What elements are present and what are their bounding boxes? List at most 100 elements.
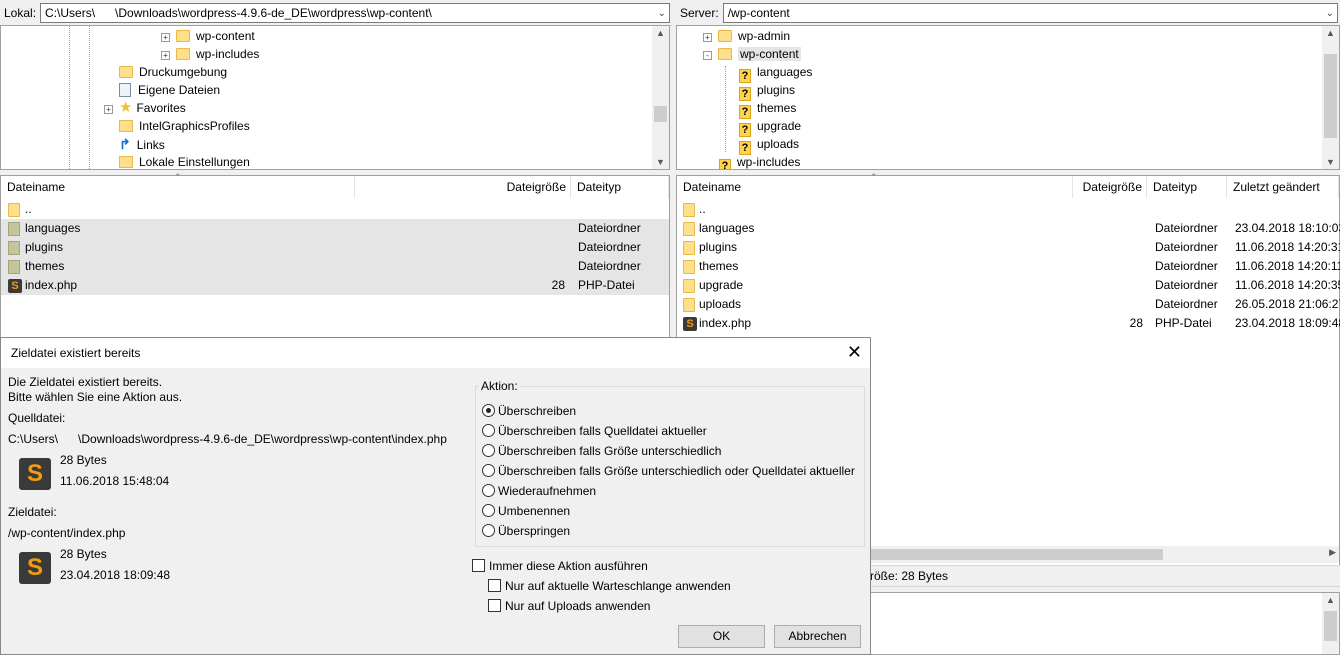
star-icon: ★ xyxy=(119,99,133,116)
radio-button[interactable] xyxy=(482,424,495,437)
checkbox-box[interactable] xyxy=(488,579,501,592)
folder-icon xyxy=(683,222,695,236)
tree-item[interactable]: ? upgrade xyxy=(739,117,801,137)
horizontal-scrollbar[interactable]: ▶ xyxy=(871,546,1339,563)
expand-icon[interactable]: - xyxy=(703,51,712,60)
file-row[interactable]: languages Dateiordner 23.04.2018 18:10:03 xyxy=(677,219,1340,238)
scroll-thumb[interactable] xyxy=(654,106,667,122)
file-row[interactable]: upgrade Dateiordner 11.06.2018 14:20:35 xyxy=(677,276,1340,295)
tree-item[interactable]: ? uploads xyxy=(739,135,799,155)
file-row[interactable]: themes Dateiordner xyxy=(1,257,669,276)
column-header-size[interactable]: Dateigröße xyxy=(355,176,571,198)
source-file-size: 28 Bytes xyxy=(60,453,107,467)
queue-scrollbar[interactable]: ▲ xyxy=(1322,593,1339,654)
action-radio[interactable]: Überschreiben falls Größe unterschiedlic… xyxy=(482,442,721,460)
folder-icon xyxy=(8,260,20,274)
ok-button[interactable]: OK xyxy=(678,625,765,648)
close-icon[interactable]: ✕ xyxy=(847,342,862,362)
checkbox-box[interactable] xyxy=(472,559,485,572)
tree-line xyxy=(69,26,70,169)
folder-icon xyxy=(176,30,190,42)
action-radio[interactable]: Umbenennen xyxy=(482,502,570,520)
tree-item[interactable]: + wp-includes xyxy=(161,45,259,63)
tree-item[interactable]: + wp-content xyxy=(161,27,255,45)
checkbox-label: Immer diese Aktion ausführen xyxy=(489,559,648,573)
tree-item[interactable]: ↱ Links xyxy=(104,135,165,153)
expand-icon[interactable]: + xyxy=(104,105,113,114)
tree-item[interactable]: ? wp-includes xyxy=(719,153,800,169)
column-header-type[interactable]: Dateityp xyxy=(1147,176,1227,198)
file-modified: 23.04.2018 18:10:03 xyxy=(1235,221,1340,235)
local-path-input[interactable]: C:\Users\ \Downloads\wordpress-4.9.6-de_… xyxy=(40,2,670,23)
action-radio[interactable]: Überschreiben falls Quelldatei aktueller xyxy=(482,422,707,440)
cancel-button[interactable]: Abbrechen xyxy=(774,625,861,648)
file-row[interactable]: plugins Dateiordner 11.06.2018 14:20:31 xyxy=(677,238,1340,257)
action-radio[interactable]: Überschreiben xyxy=(482,402,576,420)
tree-item[interactable]: Druckumgebung xyxy=(104,63,227,81)
uploads-only-checkbox[interactable]: Nur auf Uploads anwenden xyxy=(488,597,650,615)
radio-button[interactable] xyxy=(482,484,495,497)
action-radio[interactable]: Überschreiben falls Größe unterschiedlic… xyxy=(482,462,855,480)
file-row[interactable]: Sindex.php 28 PHP-Datei xyxy=(1,276,669,295)
unknown-folder-icon: ? xyxy=(719,159,731,169)
file-row[interactable]: themes Dateiordner 11.06.2018 14:20:11 xyxy=(677,257,1340,276)
tree-item[interactable]: Lokale Einstellungen xyxy=(104,153,250,169)
scroll-thumb[interactable] xyxy=(1324,54,1337,138)
expand-icon[interactable]: + xyxy=(161,33,170,42)
folder-icon xyxy=(8,241,20,255)
radio-button[interactable] xyxy=(482,524,495,537)
radio-button[interactable] xyxy=(482,504,495,517)
file-row[interactable]: languages Dateiordner xyxy=(1,219,669,238)
folder-icon xyxy=(683,203,695,217)
server-path-input[interactable]: /wp-content ⌄ xyxy=(722,2,1338,23)
tree-item[interactable]: Eigene Dateien xyxy=(104,81,220,99)
file-row[interactable]: plugins Dateiordner xyxy=(1,238,669,257)
checkbox-box[interactable] xyxy=(488,599,501,612)
tree-item[interactable]: + wp-admin xyxy=(703,27,790,45)
file-name: plugins xyxy=(699,240,738,254)
column-header-type[interactable]: Dateityp xyxy=(571,176,669,198)
action-radio[interactable]: Überspringen xyxy=(482,522,570,540)
checkbox-label: Nur auf aktuelle Warteschlange anwenden xyxy=(505,579,731,593)
tree-item[interactable]: + ★ Favorites xyxy=(104,99,186,117)
file-type: Dateiordner xyxy=(1155,297,1218,311)
column-header-modified[interactable]: Zuletzt geändert xyxy=(1227,176,1339,198)
tree-item[interactable]: - wp-content xyxy=(703,45,801,63)
file-name: uploads xyxy=(699,297,742,311)
tree-item[interactable]: ? languages xyxy=(739,63,812,83)
file-name: themes xyxy=(699,259,739,273)
php-file-icon: S xyxy=(19,552,51,584)
server-tree-scrollbar[interactable]: ▲ ▼ xyxy=(1322,26,1339,169)
radio-button[interactable] xyxy=(482,444,495,457)
radio-button[interactable] xyxy=(482,404,495,417)
expand-icon[interactable]: + xyxy=(703,33,712,42)
chevron-down-icon[interactable]: ⌄ xyxy=(658,5,666,23)
folder-icon xyxy=(683,279,695,293)
file-row[interactable]: .. xyxy=(677,200,1339,219)
tree-item[interactable]: ? plugins xyxy=(739,81,795,101)
file-row[interactable]: uploads Dateiordner 26.05.2018 21:06:27 xyxy=(677,295,1340,314)
tree-item-label: themes xyxy=(757,101,797,115)
queue-only-checkbox[interactable]: Nur auf aktuelle Warteschlange anwenden xyxy=(488,577,731,595)
file-row[interactable]: Sindex.php 28 PHP-Datei 23.04.2018 18:09:48 xyxy=(677,314,1340,333)
expand-icon[interactable]: + xyxy=(161,51,170,60)
local-path-value: C:\Users\ \Downloads\wordpress-4.9.6-de_… xyxy=(45,5,432,20)
source-file-path: C:\Users\ \Downloads\wordpress-4.9.6-de_… xyxy=(8,432,447,446)
chevron-down-icon[interactable]: ⌄ xyxy=(1326,5,1334,23)
file-modified: 11.06.2018 14:20:31 xyxy=(1235,240,1340,254)
tree-item[interactable]: IntelGraphicsProfiles xyxy=(104,117,250,135)
column-header-size[interactable]: Dateigröße xyxy=(1073,176,1147,198)
tree-item[interactable]: ? themes xyxy=(739,99,797,119)
local-path-label: Lokal: xyxy=(4,5,37,20)
server-tree: ▲ ▼ + wp-admin - wp-content? languages? plugin… xyxy=(676,25,1340,170)
local-tree-scrollbar[interactable]: ▲ ▼ xyxy=(652,26,669,169)
action-radio[interactable]: Wiederaufnehmen xyxy=(482,482,596,500)
scroll-thumb[interactable] xyxy=(1324,611,1337,641)
radio-button[interactable] xyxy=(482,464,495,477)
tree-item-label: Eigene Dateien xyxy=(138,83,221,97)
target-file-path: /wp-content/index.php xyxy=(8,526,126,540)
file-row[interactable]: .. xyxy=(1,200,669,219)
folder-icon xyxy=(119,156,133,168)
always-action-checkbox[interactable]: Immer diese Aktion ausführen xyxy=(472,557,648,575)
scroll-thumb[interactable] xyxy=(871,549,1163,560)
